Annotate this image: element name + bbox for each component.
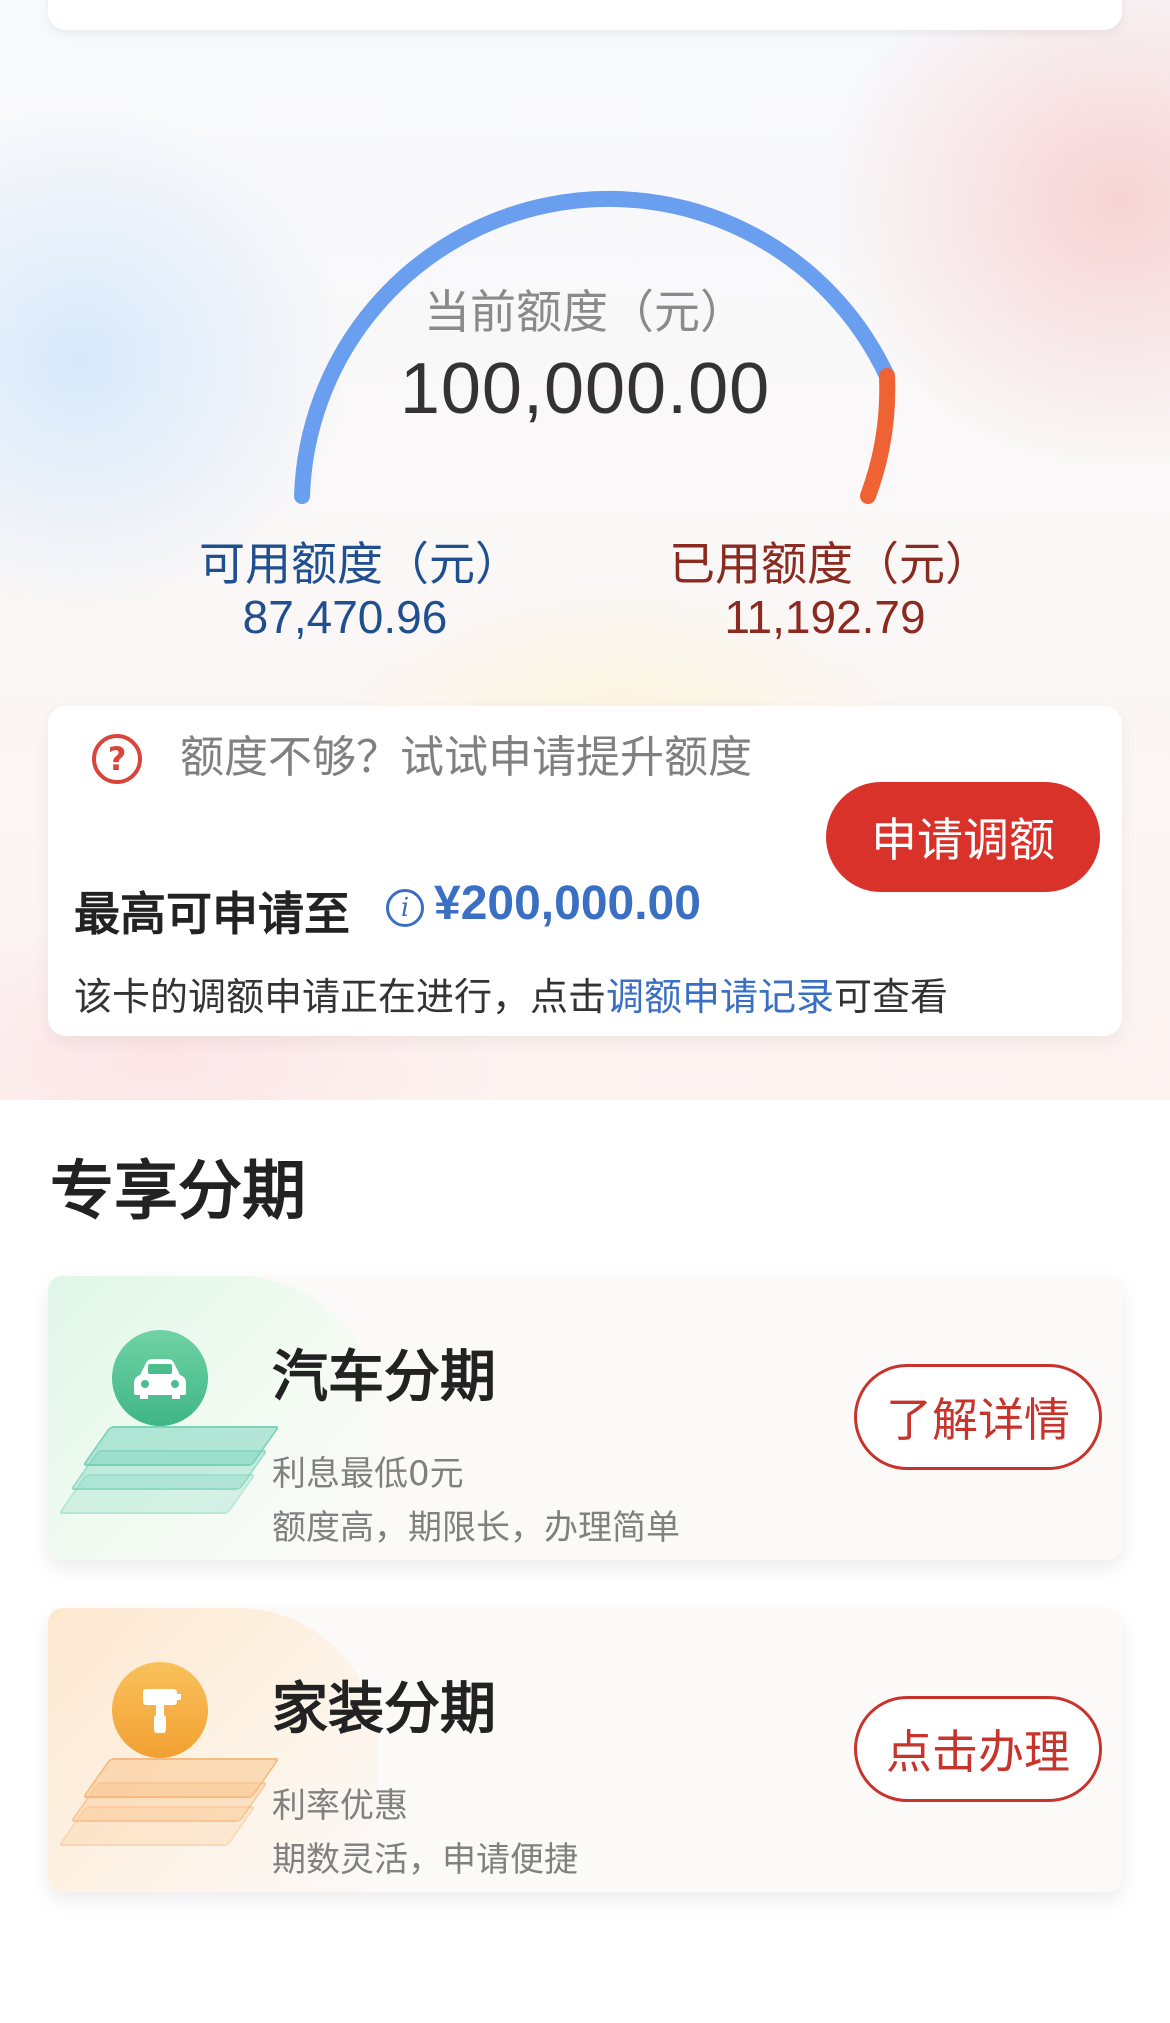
limit-gauge [294,190,896,504]
product-card-car[interactable]: 汽车分期 利息最低0元 额度高，期限长，办理简单 了解详情 [48,1276,1122,1560]
product-feature: 利率优惠 [272,1786,408,1826]
car-icon [112,1330,208,1426]
application-progress-note: 该卡的调额申请正在进行，点击调额申请记录可查看 [74,966,948,1021]
product-feature: 利息最低0元 [272,1454,464,1494]
current-limit-label: 当前额度（元） [424,285,746,339]
platform-decoration [57,1426,281,1536]
section-title: 专享分期 [50,1155,306,1229]
note-suffix: 可查看 [834,975,949,1019]
used-limit-value: 11,192.79 [724,591,926,643]
question-icon[interactable]: ? [92,734,142,784]
product-description: 额度高，期限长，办理简单 [272,1508,680,1548]
application-record-link[interactable]: 调额申请记录 [606,975,834,1019]
product-title: 汽车分期 [272,1345,496,1410]
note-prefix: 该卡的调额申请正在进行，点击 [74,975,607,1019]
product-title: 家装分期 [272,1677,496,1742]
info-icon[interactable]: i [386,889,424,927]
max-apply-value: ¥200,000.00 [434,877,701,930]
learn-more-button[interactable]: 了解详情 [854,1364,1102,1470]
limit-increase-card: ? 额度不够？试试申请提升额度 最高可申请至 i ¥200,000.00 该卡的… [48,706,1122,1036]
paint-roller-icon [112,1662,208,1758]
available-limit-label: 可用额度（元） [199,537,521,591]
available-limit-value: 87,470.96 [242,591,448,643]
product-card-home[interactable]: 家装分期 利率优惠 期数灵活，申请便捷 点击办理 [48,1608,1122,1892]
used-limit-label: 已用额度（元） [669,537,991,591]
current-limit-value: 100,000.00 [399,349,771,429]
platform-decoration [57,1758,281,1868]
limit-hint: 额度不够？试试申请提升额度 [180,732,752,783]
product-description: 期数灵活，申请便捷 [272,1840,578,1880]
max-apply-label: 最高可申请至 [74,887,350,941]
apply-limit-button[interactable]: 申请调额 [826,782,1100,892]
apply-now-button[interactable]: 点击办理 [854,1696,1102,1802]
